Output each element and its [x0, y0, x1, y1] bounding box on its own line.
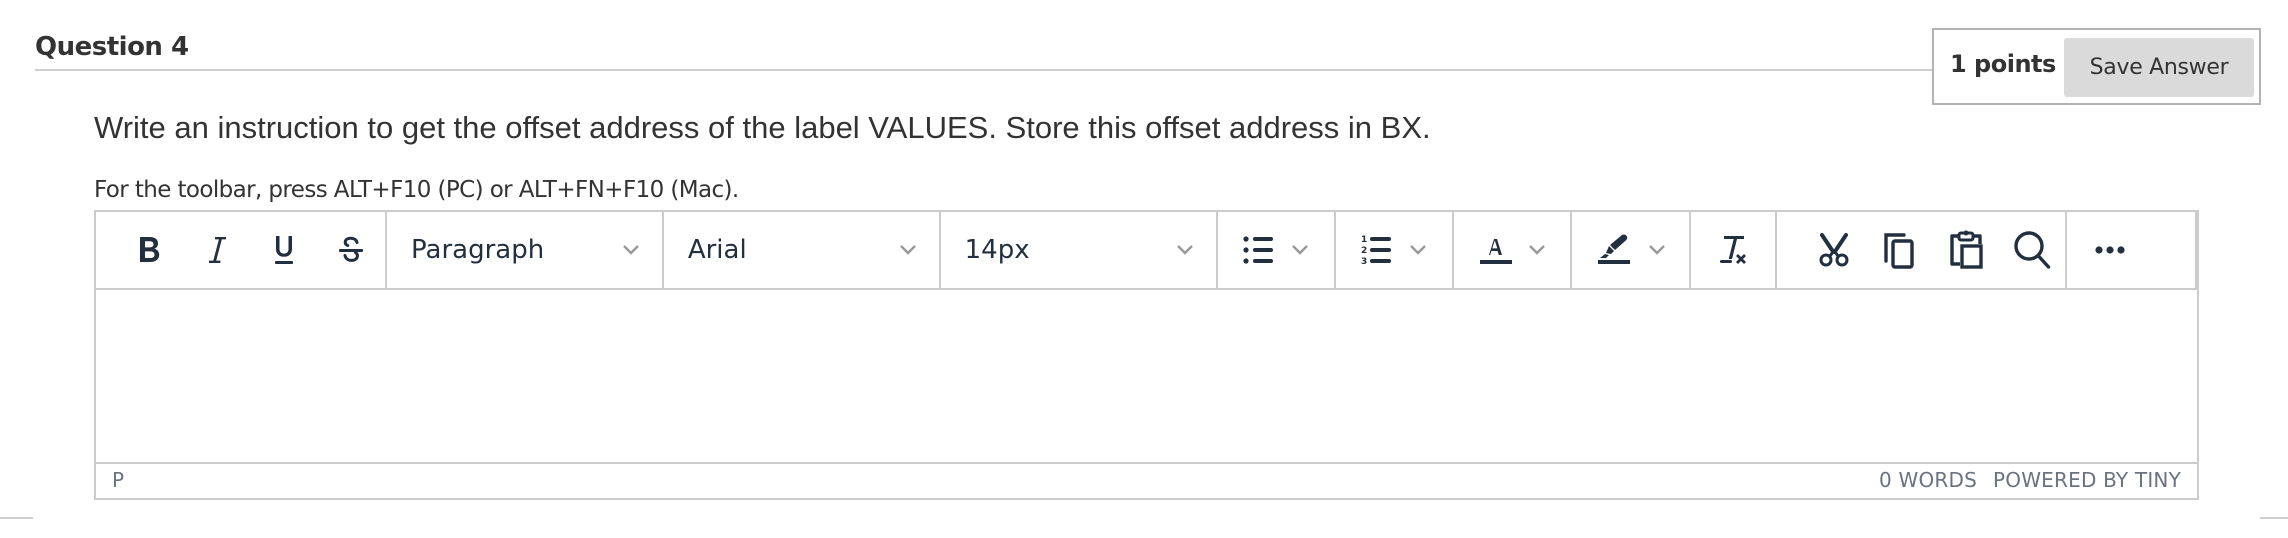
bullet-list-split-button[interactable]: [1218, 212, 1337, 288]
font-size-value: 14px: [964, 235, 1030, 265]
font-size-dropdown[interactable]: 14px: [941, 212, 1217, 288]
underline-icon: [275, 236, 294, 264]
block-format-select[interactable]: Paragraph: [387, 212, 664, 288]
font-family-value: Arial: [687, 235, 747, 265]
bottom-right-divider: [2260, 517, 2288, 519]
highlight-color-icon: [1597, 234, 1630, 264]
svg-text:1: 1: [1361, 235, 1367, 245]
more-group: [2067, 212, 2197, 288]
clear-formatting-icon: [1720, 236, 1747, 264]
points-box: 1 points Save Answer: [1932, 28, 2261, 105]
bold-button[interactable]: [116, 212, 183, 288]
chevron-down-icon[interactable]: [1409, 244, 1427, 256]
font-family-dropdown[interactable]: Arial: [664, 212, 939, 288]
clear-formatting-button[interactable]: [1716, 212, 1750, 288]
highlight-color-button[interactable]: [1596, 212, 1632, 288]
font-family-select[interactable]: Arial: [664, 212, 941, 288]
editor-toolbar: Paragraph Arial 14px 1 2 3: [96, 212, 2197, 290]
svg-text:2: 2: [1361, 246, 1367, 256]
italic-button[interactable]: [183, 212, 250, 288]
chevron-down-icon[interactable]: [1291, 244, 1309, 256]
bullet-list-icon: [1243, 236, 1274, 264]
chevron-down-icon: [899, 245, 916, 255]
question-title: Question 4: [35, 32, 189, 62]
bottom-left-divider: [0, 517, 33, 519]
question-text: Write an instruction to get the offset a…: [94, 110, 1431, 145]
more-button[interactable]: [2095, 212, 2127, 288]
copy-button[interactable]: [1867, 212, 1933, 288]
more-icon: [2095, 246, 2125, 254]
numbered-list-icon: 123: [1361, 235, 1392, 266]
search-icon: [2014, 231, 2051, 269]
points-label: 1 points: [1950, 50, 2056, 78]
chevron-down-icon[interactable]: [1648, 244, 1666, 256]
save-answer-button[interactable]: Save Answer: [2064, 38, 2254, 97]
copy-icon: [1884, 233, 1914, 269]
status-right: 0 WORDS POWERED BY TINY: [1879, 468, 2181, 492]
highlight-color-split-button[interactable]: [1572, 212, 1692, 288]
toolbar-hint: For the toolbar, press ALT+F10 (PC) or A…: [94, 177, 739, 203]
block-format-dropdown[interactable]: Paragraph: [387, 212, 662, 288]
numbered-list-split-button[interactable]: 123: [1336, 212, 1455, 288]
format-group: [96, 212, 387, 288]
font-size-select[interactable]: 14px: [941, 212, 1219, 288]
paste-icon: [1950, 230, 1983, 269]
underline-button[interactable]: [251, 212, 318, 288]
block-format-value: Paragraph: [411, 235, 545, 265]
powered-by-link[interactable]: POWERED BY TINY: [1993, 468, 2181, 492]
numbered-list-button[interactable]: 123: [1361, 212, 1393, 288]
editor-statusbar: P 0 WORDS POWERED BY TINY: [96, 462, 2197, 498]
text-color-icon: [1480, 239, 1513, 264]
strikethrough-button[interactable]: [318, 212, 385, 288]
clear-formatting-group: [1691, 212, 1778, 288]
bullet-list-button[interactable]: [1243, 212, 1275, 288]
paste-button[interactable]: [1933, 212, 1999, 288]
word-count[interactable]: 0 WORDS: [1879, 468, 1977, 492]
svg-text:3: 3: [1361, 257, 1367, 266]
element-path[interactable]: P: [112, 468, 124, 492]
title-divider: [35, 69, 1933, 71]
chevron-down-icon[interactable]: [1528, 244, 1546, 256]
search-button[interactable]: [1999, 212, 2065, 288]
italic-icon: [208, 237, 226, 263]
chevron-down-icon: [622, 245, 639, 255]
text-color-button[interactable]: [1478, 212, 1513, 288]
cut-button[interactable]: [1801, 212, 1867, 288]
strikethrough-icon: [339, 236, 364, 262]
cut-icon: [1819, 233, 1849, 267]
editor-content-area[interactable]: [96, 290, 2197, 463]
chevron-down-icon: [1177, 245, 1194, 255]
rich-text-editor: Paragraph Arial 14px 1 2 3 P 0 WORDS POW…: [94, 210, 2199, 500]
clipboard-group: [1777, 212, 2068, 288]
text-color-split-button[interactable]: [1454, 212, 1573, 288]
bold-icon: [139, 237, 159, 262]
